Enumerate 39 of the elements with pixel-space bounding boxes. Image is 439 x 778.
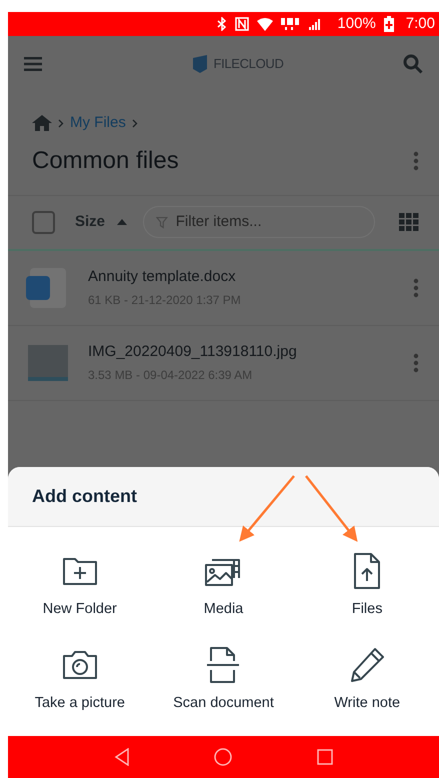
nfc-icon	[235, 17, 250, 31]
filter-icon	[156, 216, 168, 228]
grid-view-icon[interactable]	[399, 213, 419, 231]
home-icon[interactable]	[32, 115, 52, 132]
add-content-option[interactable]: Files	[295, 551, 439, 621]
bluetooth-icon	[217, 17, 228, 31]
back-icon[interactable]	[114, 748, 130, 766]
add-content-option[interactable]: New Folder	[8, 551, 152, 621]
chevron-right-icon	[58, 118, 64, 128]
file-name: Annuity template.docx	[88, 267, 237, 288]
more-options-icon[interactable]	[413, 150, 419, 170]
select-all-checkbox[interactable]	[32, 210, 55, 234]
add-content-option[interactable]: Write note	[295, 644, 439, 714]
home-icon[interactable]	[214, 748, 232, 766]
file-name: IMG_20220409_113918110.jpg	[88, 342, 298, 362]
add-content-option[interactable]: Media	[152, 551, 296, 621]
annotation-arrow	[305, 475, 358, 542]
menu-icon[interactable]	[24, 57, 42, 71]
search-icon[interactable]	[402, 54, 423, 74]
battery-percentage: 100%	[337, 14, 376, 34]
annotation-arrow	[239, 475, 295, 542]
signal-icon	[309, 18, 322, 30]
add-content-option[interactable]: Scan document	[152, 644, 296, 714]
filter-input[interactable]: Filter items...	[176, 210, 362, 234]
logo-icon	[193, 55, 208, 73]
sheet-title: Add content	[32, 485, 137, 508]
battery-charging-icon	[384, 16, 394, 32]
more-options-icon[interactable]	[413, 278, 419, 298]
filter-field[interactable]: Filter items...	[143, 206, 375, 238]
more-options-icon[interactable]	[413, 352, 419, 372]
wifi-icon	[257, 18, 274, 30]
chevron-right-icon	[132, 118, 138, 128]
caret-up-icon	[117, 219, 128, 225]
photo-placeholder	[28, 344, 68, 380]
folder-title: Common files	[32, 146, 179, 176]
add-content-option[interactable]: Take a picture	[8, 644, 152, 714]
recent-apps-icon[interactable]	[316, 749, 333, 765]
clock: 7:00	[406, 14, 435, 34]
logo-text: FILECLOUD	[213, 55, 284, 74]
